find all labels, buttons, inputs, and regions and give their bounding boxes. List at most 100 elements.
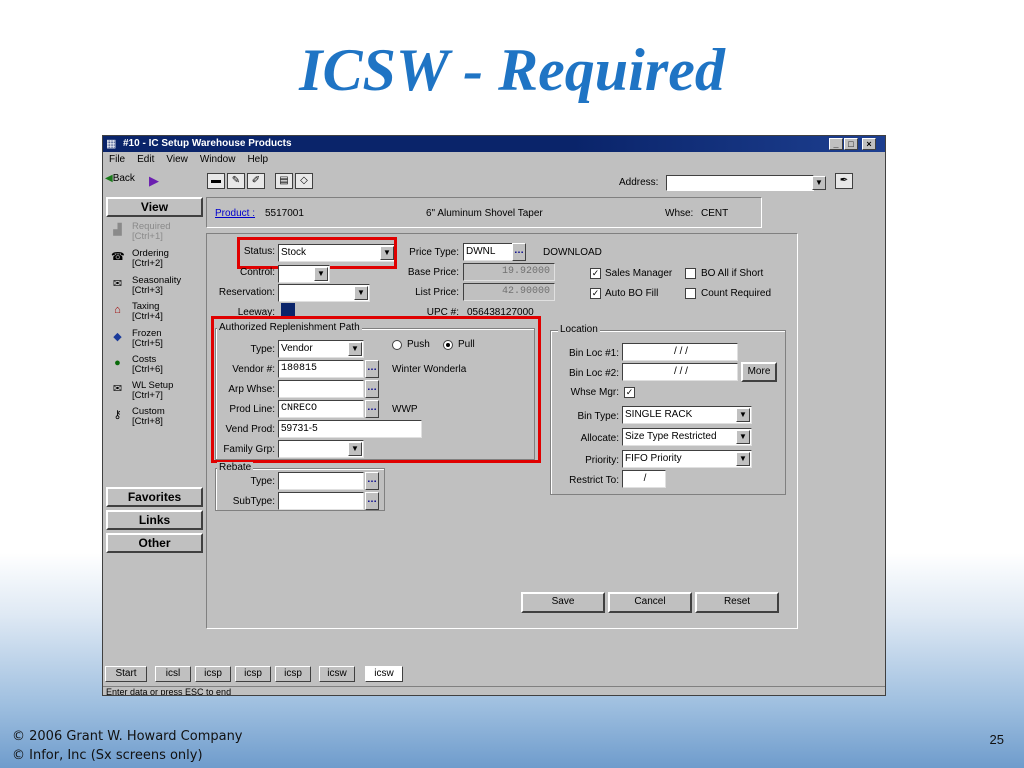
chevron-down-icon[interactable]: ▼ — [354, 286, 368, 300]
price-type-input[interactable]: DWNL — [463, 243, 513, 261]
save-button[interactable]: Save — [521, 592, 605, 613]
auto-bo-fill-checkbox[interactable]: ✓ — [590, 288, 601, 299]
allocate-label: Allocate: — [580, 433, 619, 444]
chevron-down-icon[interactable]: ▼ — [736, 408, 750, 422]
chevron-down-icon[interactable]: ▼ — [314, 267, 328, 281]
leeway-indicator[interactable] — [281, 303, 295, 317]
restrict-to-input[interactable]: / — [622, 470, 666, 488]
calculator-icon[interactable]: ▤ — [275, 173, 293, 189]
costs-icon: ● — [114, 357, 121, 369]
note-icon[interactable]: ◇ — [295, 173, 313, 189]
task-icsp-2[interactable]: icsp — [235, 666, 271, 682]
task-icsp-3[interactable]: icsp — [275, 666, 311, 682]
auto-bo-fill-label: Auto BO Fill — [605, 288, 659, 299]
nav-item-frozen[interactable]: ◆ Frozen [Ctrl+5] — [111, 329, 201, 351]
menu-help[interactable]: Help — [247, 154, 268, 165]
window-title: #10 - IC Setup Warehouse Products — [123, 138, 292, 149]
sales-manager-label: Sales Manager — [605, 268, 673, 279]
tools-icon[interactable]: ✎ — [227, 173, 245, 189]
maximize-button[interactable]: □ — [844, 138, 858, 150]
rebate-subtype-label: SubType: — [232, 496, 275, 507]
address-dropdown-button[interactable]: ▼ — [812, 176, 826, 190]
envelope-icon: ✉ — [112, 278, 123, 290]
task-icsw-1[interactable]: icsw — [319, 666, 355, 682]
bin-type-select[interactable]: SINGLE RACK ▼ — [622, 406, 752, 424]
bin-loc1-input[interactable]: / / / — [622, 343, 738, 361]
list-price-value: 42.90000 — [463, 283, 555, 301]
nav-links-button[interactable]: Links — [106, 510, 203, 530]
menu-window[interactable]: Window — [200, 154, 236, 165]
minimize-button[interactable]: _ — [829, 138, 843, 150]
nav-item-ordering[interactable]: ☎ Ordering [Ctrl+2] — [111, 249, 201, 271]
chevron-down-icon[interactable]: ▼ — [736, 430, 750, 444]
count-required-label: Count Required — [701, 288, 772, 299]
priority-select[interactable]: FIFO Priority ▼ — [622, 450, 752, 468]
rebate-subtype-input[interactable] — [278, 492, 364, 510]
nav-view-button[interactable]: View — [106, 197, 203, 217]
back-button[interactable]: ◀Back — [105, 173, 135, 184]
bo-all-if-short-checkbox[interactable] — [685, 268, 696, 279]
rebate-type-input[interactable] — [278, 472, 364, 490]
whse-mgr-checkbox[interactable]: ✓ — [624, 387, 635, 398]
task-tabs: Start icsl icsp icsp icsp icsw icsw — [103, 664, 885, 684]
task-icsl[interactable]: icsl — [155, 666, 191, 682]
application-window: #10 - IC Setup Warehouse Products ▦ _ □ … — [102, 135, 886, 696]
menu-view[interactable]: View — [166, 154, 188, 165]
price-type-label: Price Type: — [409, 247, 459, 258]
pen-icon[interactable]: ✒ — [835, 173, 853, 189]
task-start[interactable]: Start — [105, 666, 147, 682]
menu-edit[interactable]: Edit — [137, 154, 154, 165]
taxing-icon: ⌂ — [114, 304, 121, 316]
price-type-lookup-button[interactable]: … — [512, 243, 526, 261]
address-input[interactable] — [666, 175, 814, 191]
count-required-checkbox[interactable] — [685, 288, 696, 299]
task-icsw-2[interactable]: icsw — [365, 666, 403, 682]
menu-bar: File Edit View Window Help — [103, 154, 274, 168]
cancel-button[interactable]: Cancel — [608, 592, 692, 613]
whse-label: Whse: — [665, 208, 694, 219]
chevron-down-icon[interactable]: ▼ — [736, 452, 750, 466]
whse-value: CENT — [701, 208, 729, 219]
edit-icon[interactable]: ✐ — [247, 173, 265, 189]
rebate-type-lookup-button[interactable]: … — [365, 472, 379, 490]
product-description: 6" Aluminum Shovel Taper — [426, 208, 543, 219]
reservation-label: Reservation: — [218, 287, 275, 298]
address-label: Address: — [619, 177, 659, 188]
rebate-subtype-lookup-button[interactable]: … — [365, 492, 379, 510]
product-value: 5517001 — [265, 208, 304, 219]
replenishment-highlight-box — [211, 316, 541, 463]
footer-copyright-1: © 2006 Grant W. Howard Company — [12, 729, 243, 744]
allocate-select[interactable]: Size Type Restricted ▼ — [622, 428, 752, 446]
nav-item-required[interactable]: ▟ Required [Ctrl+1] — [111, 222, 201, 244]
control-label: Control: — [239, 267, 275, 278]
nav-item-costs[interactable]: ● Costs [Ctrl+6] — [111, 355, 201, 377]
price-type-description: DOWNLOAD — [543, 247, 602, 258]
base-price-value: 19.92000 — [463, 263, 555, 281]
bin-loc2-label: Bin Loc #2: — [568, 368, 619, 379]
restrict-to-label: Restrict To: — [569, 475, 619, 486]
rebate-group-title: Rebate — [217, 462, 254, 473]
nav-item-seasonality[interactable]: ✉ Seasonality [Ctrl+3] — [111, 276, 201, 298]
nav-favorites-button[interactable]: Favorites — [106, 487, 203, 507]
bin-loc2-input[interactable]: / / / — [622, 363, 738, 381]
window-icon[interactable]: ▬ — [207, 173, 225, 189]
close-button[interactable]: × — [862, 138, 876, 150]
slide-number: 25 — [989, 732, 1004, 747]
menu-file[interactable]: File — [109, 154, 125, 165]
product-link[interactable]: Product : — [215, 208, 255, 219]
sales-manager-checkbox[interactable]: ✓ — [590, 268, 601, 279]
base-price-label: Base Price: — [407, 267, 459, 278]
reset-button[interactable]: Reset — [695, 592, 779, 613]
nav-item-wl-setup[interactable]: ✉ WL Setup [Ctrl+7] — [111, 381, 201, 403]
product-header: Product : 5517001 6" Aluminum Shovel Tap… — [206, 197, 762, 228]
nav-item-custom[interactable]: ⚷ Custom [Ctrl+8] — [111, 407, 201, 429]
reservation-select[interactable]: ▼ — [278, 284, 370, 302]
task-icsp-1[interactable]: icsp — [195, 666, 231, 682]
nav-other-button[interactable]: Other — [106, 533, 203, 553]
forward-arrow-icon[interactable]: ▶ — [149, 173, 159, 189]
control-select[interactable]: ▼ — [278, 265, 330, 283]
required-icon: ▟ — [113, 224, 122, 236]
whse-mgr-label: Whse Mgr: — [570, 387, 619, 398]
nav-item-taxing[interactable]: ⌂ Taxing [Ctrl+4] — [111, 302, 201, 324]
more-button[interactable]: More — [741, 362, 777, 382]
